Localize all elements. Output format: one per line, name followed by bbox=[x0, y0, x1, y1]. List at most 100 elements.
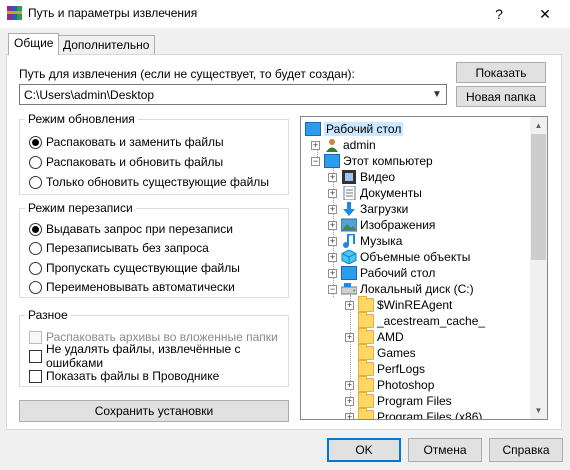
tree-item-3d-objects[interactable]: + Объемные объекты bbox=[328, 249, 470, 265]
ok-button[interactable]: OK bbox=[327, 438, 401, 462]
folder-icon bbox=[358, 312, 374, 328]
scroll-thumb[interactable] bbox=[531, 134, 546, 260]
tree-item-folder[interactable]: + Program Files (x86) bbox=[345, 408, 483, 420]
folder-icon bbox=[358, 376, 374, 392]
desktop-icon bbox=[305, 122, 321, 136]
expand-icon[interactable]: + bbox=[345, 412, 354, 419]
expand-icon[interactable]: + bbox=[328, 204, 337, 214]
help-button[interactable]: Справка bbox=[489, 438, 563, 462]
radio-ask-overwrite[interactable]: Выдавать запрос при перезаписи bbox=[29, 220, 233, 238]
new-folder-button[interactable]: Новая папка bbox=[456, 86, 546, 107]
3d-objects-icon bbox=[341, 250, 357, 264]
tree-item-label: Этот компьютер bbox=[343, 154, 433, 168]
tree-item-label: Рабочий стол bbox=[324, 122, 404, 136]
checkbox-show-in-explorer[interactable]: Показать файлы в Проводнике bbox=[29, 367, 219, 385]
tree-item-label: Музыка bbox=[360, 234, 403, 248]
collapse-icon[interactable]: − bbox=[311, 156, 320, 166]
tree-item-folder[interactable]: PerfLogs bbox=[358, 360, 426, 377]
expand-icon[interactable]: + bbox=[328, 172, 337, 182]
radio-button[interactable] bbox=[29, 261, 42, 275]
expand-icon[interactable]: + bbox=[345, 396, 354, 406]
winrar-icon bbox=[7, 6, 22, 20]
expand-icon[interactable]: + bbox=[328, 252, 337, 262]
tree-item-folder[interactable]: + $WinREAgent bbox=[345, 296, 453, 313]
tree-item-folder[interactable]: + Photoshop bbox=[345, 376, 434, 393]
title-bar: Путь и параметры извлечения ? ✕ bbox=[0, 0, 570, 28]
tree-item-label: Изображения bbox=[360, 218, 436, 232]
path-combobox[interactable]: C:\Users\admin\Desktop ▼ bbox=[19, 84, 447, 105]
radio-button[interactable] bbox=[29, 280, 42, 294]
tree-item-label: Объемные объекты bbox=[360, 250, 471, 264]
tree-item-folder[interactable]: + AMD bbox=[345, 328, 404, 345]
tree-item-folder[interactable]: + Program Files bbox=[345, 392, 452, 409]
help-title-button[interactable]: ? bbox=[478, 0, 520, 28]
collapse-icon[interactable]: − bbox=[328, 284, 337, 294]
radio-button[interactable] bbox=[29, 155, 42, 169]
tree-scrollbar[interactable]: ▲ ▼ bbox=[530, 117, 547, 419]
radio-extract-replace[interactable]: Распаковать и заменить файлы bbox=[29, 133, 224, 151]
tree-item-label: Games bbox=[377, 346, 416, 360]
radio-skip-existing[interactable]: Пропускать существующие файлы bbox=[29, 259, 240, 277]
radio-button[interactable] bbox=[29, 175, 42, 189]
expand-icon[interactable]: + bbox=[328, 236, 337, 246]
folder-icon bbox=[358, 344, 374, 360]
radio-button[interactable] bbox=[29, 135, 42, 149]
tree-item-desktop[interactable]: + Рабочий стол bbox=[328, 265, 435, 281]
folder-icon bbox=[358, 408, 374, 419]
tree-item-label: Рабочий стол bbox=[360, 266, 436, 280]
checkbox-keep-broken[interactable]: Не удалять файлы, извлечённые с ошибками bbox=[29, 342, 288, 370]
cancel-button[interactable]: Отмена bbox=[408, 438, 482, 462]
scroll-up-icon[interactable]: ▲ bbox=[530, 117, 547, 134]
tree-item-folder[interactable]: _acestream_cache_ bbox=[358, 312, 485, 329]
expand-icon[interactable]: + bbox=[328, 220, 337, 230]
save-settings-button[interactable]: Сохранить установки bbox=[19, 400, 289, 422]
expand-icon[interactable]: + bbox=[311, 140, 320, 150]
checkbox[interactable] bbox=[29, 349, 42, 363]
tree-item-music[interactable]: + Музыка bbox=[328, 233, 402, 249]
radio-extract-update[interactable]: Распаковать и обновить файлы bbox=[29, 153, 223, 171]
tree-item-local-disk[interactable]: − Локальный диск (C:) bbox=[328, 281, 474, 297]
tree-item-label: Документы bbox=[360, 186, 422, 200]
radio-button[interactable] bbox=[29, 222, 42, 236]
tree-item-this-pc[interactable]: − Этот компьютер bbox=[311, 153, 433, 169]
tab-advanced[interactable]: Дополнительно bbox=[57, 35, 156, 54]
update-mode-group: Режим обновления Распаковать и заменить … bbox=[19, 112, 289, 195]
tree-item-label: Program Files bbox=[377, 394, 452, 408]
tree-item-label: $WinREAgent bbox=[377, 298, 453, 312]
tree-item-folder[interactable]: Games bbox=[358, 344, 416, 361]
folder-icon bbox=[358, 328, 374, 344]
expand-icon[interactable]: + bbox=[328, 188, 337, 198]
tree-item-label: Видео bbox=[360, 170, 396, 184]
radio-label: Перезаписывать без запроса bbox=[46, 241, 209, 255]
expand-icon[interactable]: + bbox=[345, 332, 354, 342]
expand-icon[interactable]: + bbox=[345, 300, 354, 310]
show-button[interactable]: Показать bbox=[456, 62, 546, 83]
tree-item-desktop-root[interactable]: Рабочий стол bbox=[305, 121, 404, 137]
chevron-down-icon[interactable]: ▼ bbox=[430, 86, 444, 103]
radio-rename-auto[interactable]: Переименовывать автоматически bbox=[29, 278, 235, 296]
pictures-icon bbox=[341, 218, 357, 232]
expand-icon[interactable]: + bbox=[328, 268, 337, 278]
close-button[interactable]: ✕ bbox=[524, 0, 566, 28]
radio-overwrite-without-prompt[interactable]: Перезаписывать без запроса bbox=[29, 239, 209, 257]
checkbox-label: Не удалять файлы, извлечённые с ошибками bbox=[46, 342, 241, 370]
tree-item-pictures[interactable]: + Изображения bbox=[328, 217, 435, 233]
window-title: Путь и параметры извлечения bbox=[28, 6, 198, 20]
tree-item-label: Локальный диск (C:) bbox=[360, 282, 474, 296]
expand-icon[interactable]: + bbox=[345, 380, 354, 390]
radio-only-update[interactable]: Только обновить существующие файлы bbox=[29, 173, 269, 191]
tree-item-downloads[interactable]: + Загрузки bbox=[328, 201, 408, 217]
tree-item-label: PerfLogs bbox=[377, 362, 426, 376]
music-icon bbox=[343, 234, 355, 248]
radio-label: Распаковать и обновить файлы bbox=[46, 155, 224, 169]
folder-tree[interactable]: Рабочий стол + admin − Этот компьютер + … bbox=[300, 116, 548, 420]
radio-button[interactable] bbox=[29, 241, 42, 255]
scroll-down-icon[interactable]: ▼ bbox=[530, 402, 547, 419]
tree-item-label: Program Files (x86) bbox=[377, 410, 483, 420]
checkbox[interactable] bbox=[29, 369, 42, 383]
tree-item-admin[interactable]: + admin bbox=[311, 137, 376, 153]
folder-icon bbox=[358, 392, 374, 408]
tree-item-video[interactable]: + Видео bbox=[328, 169, 395, 185]
tree-item-documents[interactable]: + Документы bbox=[328, 185, 422, 201]
tab-general[interactable]: Общие bbox=[8, 33, 60, 55]
